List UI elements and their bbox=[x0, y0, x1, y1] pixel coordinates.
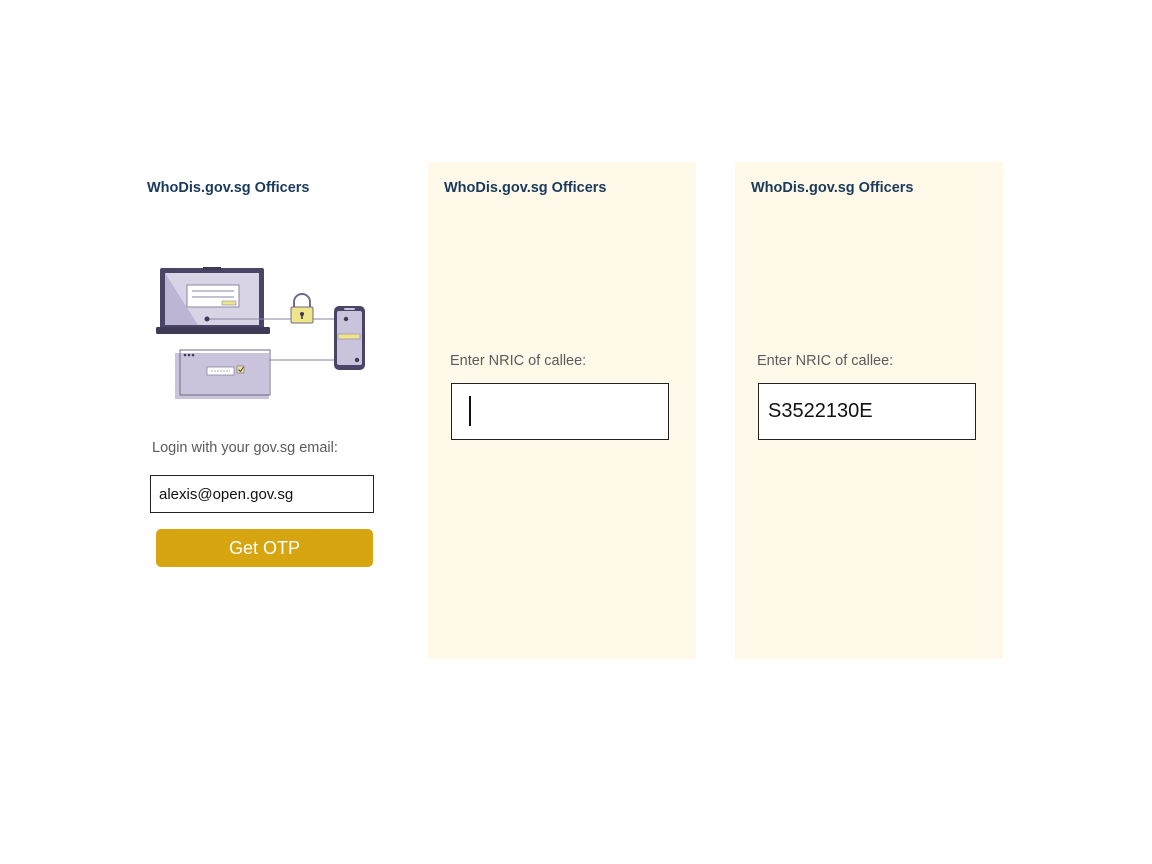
get-otp-button[interactable]: Get OTP bbox=[156, 529, 373, 567]
login-screen: WhoDis.gov.sg Officers Login with your g… bbox=[134, 162, 402, 659]
app-title: WhoDis.gov.sg Officers bbox=[444, 180, 607, 196]
nric-entry-screen-empty: WhoDis.gov.sg Officers Enter NRIC of cal… bbox=[428, 162, 696, 659]
app-title: WhoDis.gov.sg Officers bbox=[751, 180, 914, 196]
nric-field[interactable] bbox=[451, 383, 669, 440]
text-cursor bbox=[469, 396, 471, 426]
nric-entry-screen-filled: WhoDis.gov.sg Officers Enter NRIC of cal… bbox=[735, 162, 1003, 659]
app-title: WhoDis.gov.sg Officers bbox=[147, 180, 310, 196]
nric-label: Enter NRIC of callee: bbox=[450, 353, 587, 369]
nric-label: Enter NRIC of callee: bbox=[757, 353, 894, 369]
email-field[interactable] bbox=[150, 475, 374, 513]
browser-window-icon bbox=[175, 349, 271, 399]
login-illustration bbox=[156, 267, 365, 399]
padlock-icon bbox=[290, 293, 314, 324]
nric-field[interactable] bbox=[758, 383, 976, 440]
login-prompt: Login with your gov.sg email: bbox=[152, 440, 338, 456]
laptop-icon bbox=[156, 267, 270, 334]
smartphone-icon bbox=[334, 306, 365, 370]
